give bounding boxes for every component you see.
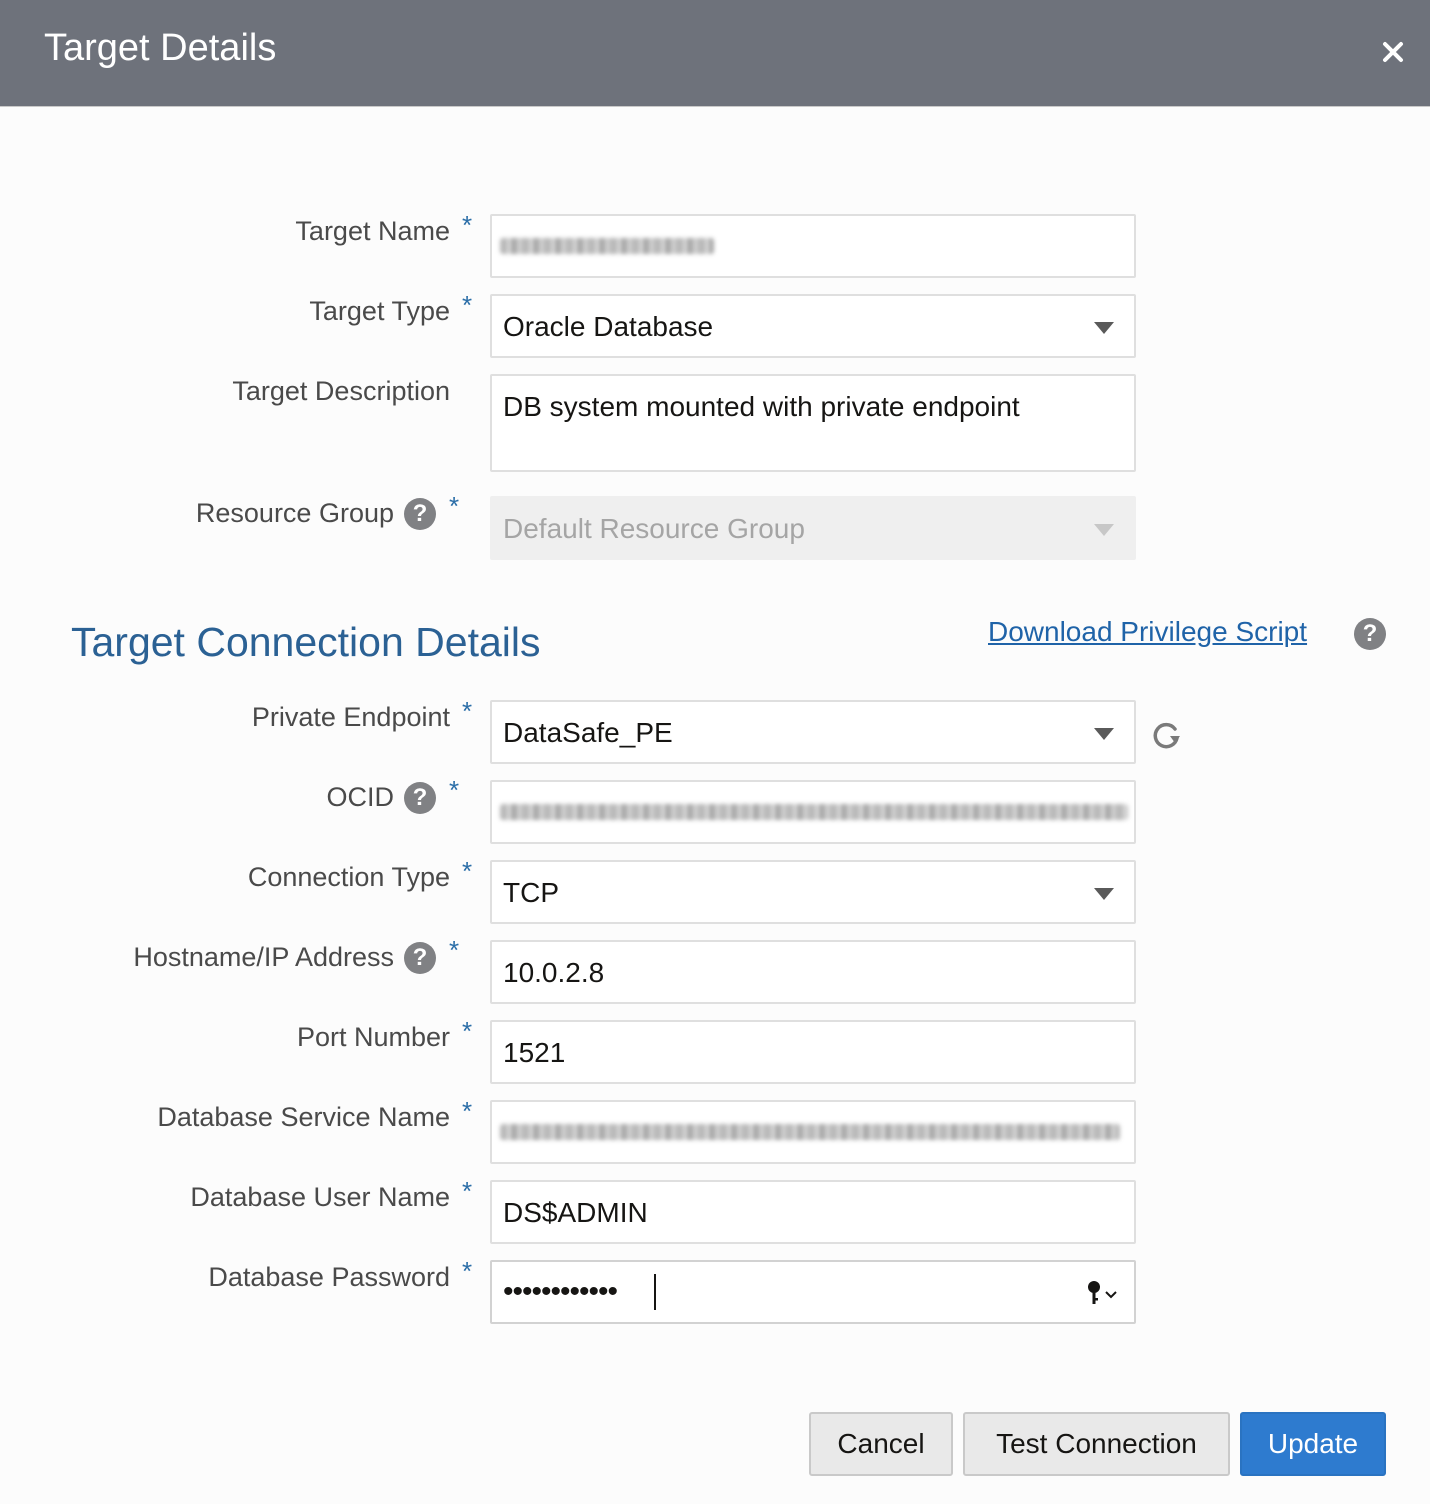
target-type-value: Oracle Database [503, 311, 714, 342]
section-title: Target Connection Details [71, 619, 541, 665]
refresh-icon[interactable] [1148, 716, 1184, 752]
dialog-title: Target Details [44, 27, 277, 69]
password-masked-value: •••••••••••• [503, 1275, 618, 1308]
target-description-value: DB system mounted with private endpoint [503, 391, 1020, 422]
required-indicator: * [462, 1016, 473, 1046]
hostname-label: Hostname/IP Address [133, 942, 394, 972]
chevron-down-icon [1094, 728, 1114, 740]
dialog-titlebar: Target Details [0, 0, 1430, 107]
key-icon[interactable] [1086, 1279, 1120, 1307]
resource-group-value: Default Resource Group [503, 513, 805, 544]
close-icon[interactable] [1371, 30, 1415, 74]
ocid-input[interactable] [490, 780, 1136, 844]
required-indicator: * [462, 290, 473, 320]
user-name-input[interactable]: DS$ADMIN [490, 1180, 1136, 1244]
target-type-select[interactable]: Oracle Database [490, 294, 1136, 358]
chevron-down-icon [1094, 524, 1114, 536]
resource-group-label: Resource Group [195, 498, 394, 528]
target-name-label: Target Name [295, 216, 450, 246]
hostname-input[interactable]: 10.0.2.8 [490, 940, 1136, 1004]
required-indicator: * [462, 1176, 473, 1206]
obscured-value [500, 1124, 1120, 1140]
connection-type-value: TCP [503, 877, 559, 908]
connection-type-select[interactable]: TCP [490, 860, 1136, 924]
update-button[interactable]: Update [1240, 1412, 1386, 1476]
target-description-textarea[interactable]: DB system mounted with private endpoint [490, 374, 1136, 472]
obscured-value [500, 804, 1128, 820]
cancel-button[interactable]: Cancel [809, 1412, 953, 1476]
required-indicator: * [462, 1256, 473, 1286]
service-name-label: Database Service Name [157, 1102, 450, 1132]
required-indicator: * [449, 935, 460, 965]
target-description-label: Target Description [232, 376, 450, 406]
required-indicator: * [462, 856, 473, 886]
ocid-label: OCID [326, 782, 395, 812]
required-indicator: * [462, 210, 473, 240]
required-indicator: * [449, 775, 460, 805]
private-endpoint-value: DataSafe_PE [503, 717, 673, 748]
service-name-input[interactable] [490, 1100, 1136, 1164]
target-name-input[interactable] [490, 214, 1136, 278]
chevron-down-icon [1094, 888, 1114, 900]
target-type-label: Target Type [309, 296, 450, 326]
connection-type-label: Connection Type [247, 862, 450, 892]
resource-group-select: Default Resource Group [490, 496, 1136, 560]
chevron-down-icon [1094, 322, 1114, 334]
user-name-value: DS$ADMIN [503, 1197, 648, 1228]
password-input[interactable]: •••••••••••• [490, 1260, 1136, 1324]
password-label: Database Password [208, 1262, 450, 1292]
download-privilege-script-link[interactable]: Download Privilege Script [988, 616, 1307, 648]
obscured-value [500, 238, 714, 254]
user-name-label: Database User Name [190, 1182, 450, 1212]
help-icon[interactable]: ? [404, 942, 436, 974]
hostname-value: 10.0.2.8 [503, 957, 605, 988]
help-icon[interactable]: ? [1354, 618, 1386, 650]
help-icon[interactable]: ? [404, 782, 436, 814]
port-number-input[interactable]: 1521 [490, 1020, 1136, 1084]
required-indicator: * [449, 491, 460, 521]
text-cursor [654, 1274, 656, 1310]
test-connection-button[interactable]: Test Connection [963, 1412, 1230, 1476]
port-number-label: Port Number [296, 1022, 450, 1052]
help-icon[interactable]: ? [404, 498, 436, 530]
required-indicator: * [462, 1096, 473, 1126]
port-number-value: 1521 [503, 1037, 566, 1068]
required-indicator: * [462, 696, 473, 726]
private-endpoint-label: Private Endpoint [251, 702, 450, 732]
private-endpoint-select[interactable]: DataSafe_PE [490, 700, 1136, 764]
